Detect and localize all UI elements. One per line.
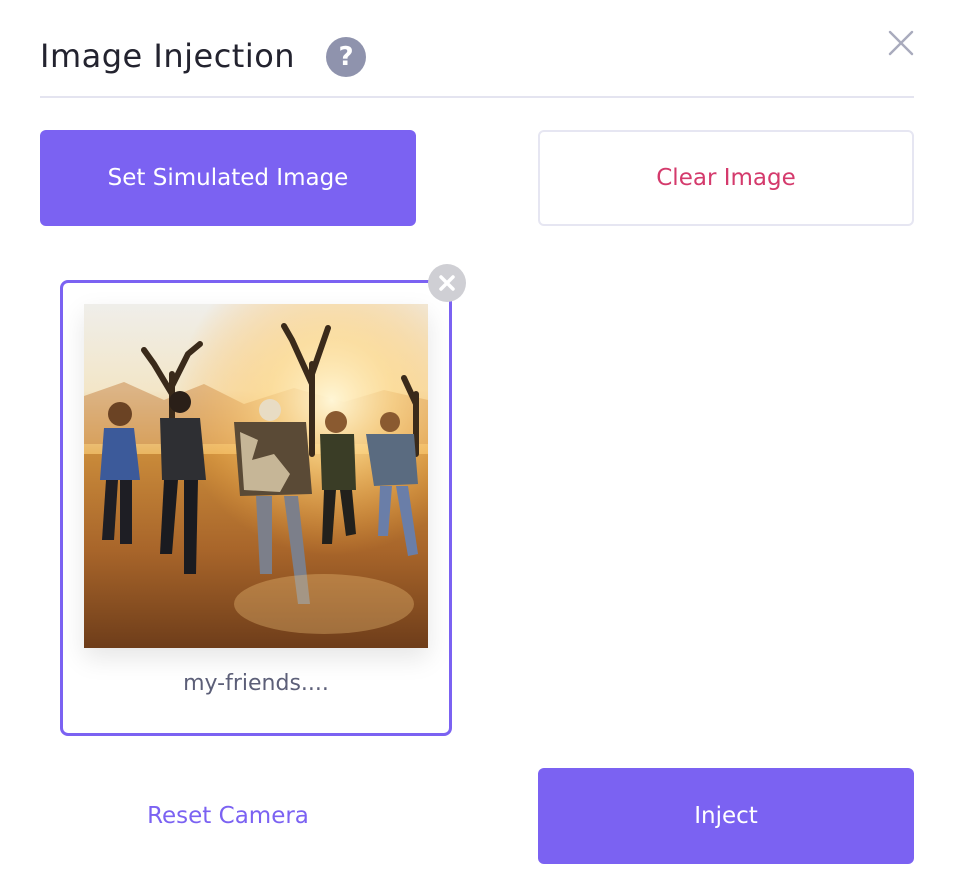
set-simulated-image-label: Set Simulated Image	[107, 165, 349, 191]
image-card[interactable]: my-friends....	[60, 280, 452, 736]
reset-camera-link[interactable]: Reset Camera	[40, 768, 416, 864]
image-file-name: my-friends....	[183, 671, 329, 696]
dialog-header: Image Injection ?	[40, 28, 914, 98]
help-icon[interactable]: ?	[326, 37, 366, 77]
image-injection-dialog: Image Injection ? Set Simulated Image Cl…	[0, 0, 954, 880]
inject-label: Inject	[694, 803, 758, 829]
clear-image-label: Clear Image	[656, 165, 796, 191]
remove-x-icon[interactable]	[428, 264, 466, 302]
clear-image-button[interactable]: Clear Image	[538, 130, 914, 226]
set-simulated-image-button[interactable]: Set Simulated Image	[40, 130, 416, 226]
inject-button[interactable]: Inject	[538, 768, 914, 864]
dialog-title: Image Injection	[40, 37, 296, 75]
reset-camera-label: Reset Camera	[147, 803, 309, 829]
close-icon[interactable]	[886, 28, 916, 58]
image-thumbnail	[84, 304, 428, 648]
